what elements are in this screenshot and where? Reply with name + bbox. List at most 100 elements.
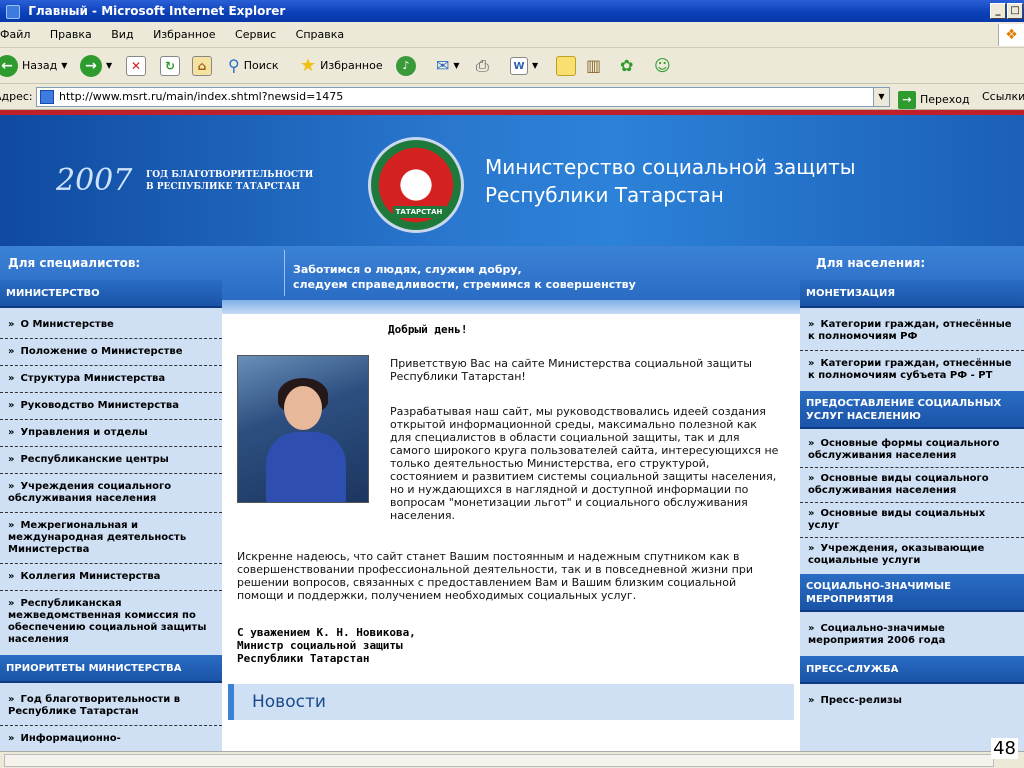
- nav-item[interactable]: » Межрегиональная и международная деятель…: [0, 513, 222, 564]
- stop-button[interactable]: ✕: [126, 54, 146, 78]
- edit-button[interactable]: W ▼: [510, 54, 538, 78]
- ministry-title-line1: Министерство социальной защиты: [485, 155, 856, 179]
- ministry-title[interactable]: Министерство социальной защиты Республик…: [485, 153, 856, 209]
- mail-button[interactable]: ✉ ▼: [436, 54, 460, 78]
- back-arrow-icon: ←: [0, 55, 18, 77]
- discuss-button[interactable]: [556, 54, 576, 78]
- printer-icon: ⎙: [476, 56, 489, 75]
- address-label: Адрес:: [0, 90, 33, 103]
- nav-item[interactable]: » Республиканская межведомственная комисс…: [0, 591, 222, 653]
- nav-item-label: Коллегия Министерства: [20, 571, 161, 582]
- address-dropdown-icon[interactable]: ▼: [873, 88, 889, 106]
- favorites-button[interactable]: ★ Избранное: [300, 54, 383, 78]
- nav-item-label: Республиканская межведомственная комисси…: [8, 598, 207, 645]
- chevron-right-icon: »: [8, 427, 15, 438]
- nav-item[interactable]: » Управления и отделы: [0, 420, 222, 447]
- back-label: Назад: [22, 59, 58, 72]
- nav-item[interactable]: » Положение о Министерстве: [0, 339, 222, 366]
- nav-item[interactable]: » Год благотворительности в Республике Та…: [0, 687, 222, 726]
- links-label[interactable]: Ссылки: [982, 84, 1024, 110]
- nav-item-label: Структура Министерства: [20, 373, 166, 384]
- nav-item[interactable]: » Основные формы социального обслуживания…: [800, 433, 1024, 468]
- search-button[interactable]: ⚲ Поиск: [228, 54, 279, 78]
- menu-tools[interactable]: Сервис: [235, 28, 276, 41]
- media-icon: ♪: [396, 56, 416, 76]
- forward-button[interactable]: → ▼: [80, 54, 112, 78]
- nav-item[interactable]: » Республиканские центры: [0, 447, 222, 474]
- chevron-right-icon: »: [808, 358, 815, 369]
- section-social-services[interactable]: ПРЕДОСТАВЛЕНИЕ СОЦИАЛЬНЫХ УСЛУГ НАСЕЛЕНИ…: [800, 391, 1024, 429]
- emblem-ribbon: ТАТАРСТАН: [393, 206, 445, 218]
- toolbar: ← Назад ▼ → ▼ ✕ ↻ ⌂ ⚲ Поиск ★ Избранное …: [0, 48, 1024, 84]
- tatarstan-emblem: ♞ ТАТАРСТАН: [368, 137, 464, 233]
- ministry-title-line2: Республики Татарстан: [485, 183, 724, 207]
- minimize-button[interactable]: _: [990, 3, 1006, 19]
- site-purpose-paragraph: Разрабатывая наш сайт, мы руководствовал…: [390, 405, 779, 522]
- menu-edit[interactable]: Правка: [50, 28, 92, 41]
- chevron-right-icon: »: [8, 571, 15, 582]
- year-logo: 2007: [56, 163, 133, 198]
- print-button[interactable]: ⎙: [476, 54, 489, 78]
- home-icon: ⌂: [192, 56, 212, 76]
- nav-item[interactable]: » Структура Министерства: [0, 366, 222, 393]
- address-input[interactable]: http://www.msrt.ru/main/index.shtml?news…: [36, 87, 890, 107]
- nav-item-label: Управления и отделы: [20, 427, 148, 438]
- nav-item[interactable]: » Категории граждан, отнесённые к полномо…: [800, 312, 1024, 351]
- chevron-right-icon: »: [808, 473, 815, 484]
- nav-item[interactable]: » Категории граждан, отнесённые к полномо…: [800, 351, 1024, 389]
- photo-face: [284, 386, 322, 430]
- nav-item[interactable]: » Руководство Министерства: [0, 393, 222, 420]
- nav-item-label: Учреждения социального обслуживания насе…: [8, 481, 172, 504]
- news-header[interactable]: Новости: [228, 684, 794, 720]
- slogan-line1: Заботимся о людях, служим добру,: [293, 263, 522, 276]
- monetization-nav: » Категории граждан, отнесённые к полномо…: [800, 308, 1024, 391]
- menu-favorites[interactable]: Избранное: [153, 28, 215, 41]
- slide-number: 48: [991, 738, 1018, 759]
- nav-item[interactable]: » Основные виды социального обслуживания …: [800, 468, 1024, 503]
- signature-line3: Республики Татарстан: [237, 652, 370, 665]
- refresh-button[interactable]: ↻: [160, 54, 180, 78]
- back-button[interactable]: ← Назад ▼: [0, 54, 67, 78]
- research-button[interactable]: ▥: [586, 54, 601, 78]
- maximize-button[interactable]: □: [1007, 3, 1023, 19]
- for-specialists-label: Для специалистов:: [8, 256, 141, 270]
- chevron-right-icon: »: [8, 520, 15, 531]
- welcome-paragraph: Приветствую Вас на сайте Министерства со…: [390, 357, 752, 383]
- home-button[interactable]: ⌂: [192, 54, 212, 78]
- menu-help[interactable]: Справка: [296, 28, 344, 41]
- section-monetization[interactable]: МОНЕТИЗАЦИЯ: [800, 280, 1024, 308]
- section-priorities[interactable]: ПРИОРИТЕТЫ МИНИСТЕРСТВА: [0, 655, 222, 683]
- site-banner: 2007 ГОД БЛАГОТВОРИТЕЛЬНОСТИ В РЕСПУБЛИК…: [0, 110, 1024, 246]
- menu-file[interactable]: Файл: [0, 28, 30, 41]
- chevron-right-icon: »: [808, 695, 815, 706]
- signature-line2: Министр социальной защиты: [237, 639, 403, 652]
- nav-item[interactable]: » Учреждения, оказывающие социальные услу…: [800, 538, 1024, 572]
- priorities-nav: » Год благотворительности в Республике Та…: [0, 683, 222, 751]
- section-ministry[interactable]: МИНИСТЕРСТВО: [0, 280, 222, 308]
- nav-item[interactable]: » Пресс-релизы: [800, 688, 1024, 714]
- section-press[interactable]: ПРЕСС-СЛУЖБА: [800, 656, 1024, 684]
- forward-arrow-icon: →: [80, 55, 102, 77]
- nav-item-label: Год благотворительности в Республике Тат…: [8, 694, 181, 717]
- nav-item[interactable]: » О Министерстве: [0, 312, 222, 339]
- media-button[interactable]: ♪: [396, 54, 416, 78]
- for-population-label: Для населения:: [816, 256, 926, 270]
- nav-item[interactable]: » Учреждения социального обслуживания нас…: [0, 474, 222, 513]
- messenger-button[interactable]: ☺: [654, 54, 671, 78]
- mail-dropdown-icon: ▼: [453, 61, 460, 70]
- nav-item[interactable]: » Информационно-: [0, 726, 222, 751]
- flower-icon: ✿: [620, 56, 634, 75]
- menu-view[interactable]: Вид: [111, 28, 133, 41]
- nav-item-label: Межрегиональная и международная деятельн…: [8, 520, 187, 555]
- note-icon: [556, 56, 576, 76]
- nav-item[interactable]: » Коллегия Министерства: [0, 564, 222, 591]
- scrollbar-track[interactable]: [4, 754, 994, 767]
- edit-dropdown-icon: ▼: [532, 61, 539, 70]
- nav-item[interactable]: » Социально-значимые мероприятия 2006 год…: [800, 616, 1024, 654]
- nav-item[interactable]: » Основные виды социальных услуг: [800, 503, 1024, 538]
- icq-button[interactable]: ✿: [620, 54, 633, 78]
- chevron-right-icon: »: [8, 733, 15, 744]
- horizontal-scrollbar[interactable]: [0, 751, 1024, 768]
- section-social-events[interactable]: СОЦИАЛЬНО-ЗНАЧИМЫЕ МЕРОПРИЯТИЯ: [800, 574, 1024, 612]
- window-title: Главный - Microsoft Internet Explorer: [28, 4, 286, 18]
